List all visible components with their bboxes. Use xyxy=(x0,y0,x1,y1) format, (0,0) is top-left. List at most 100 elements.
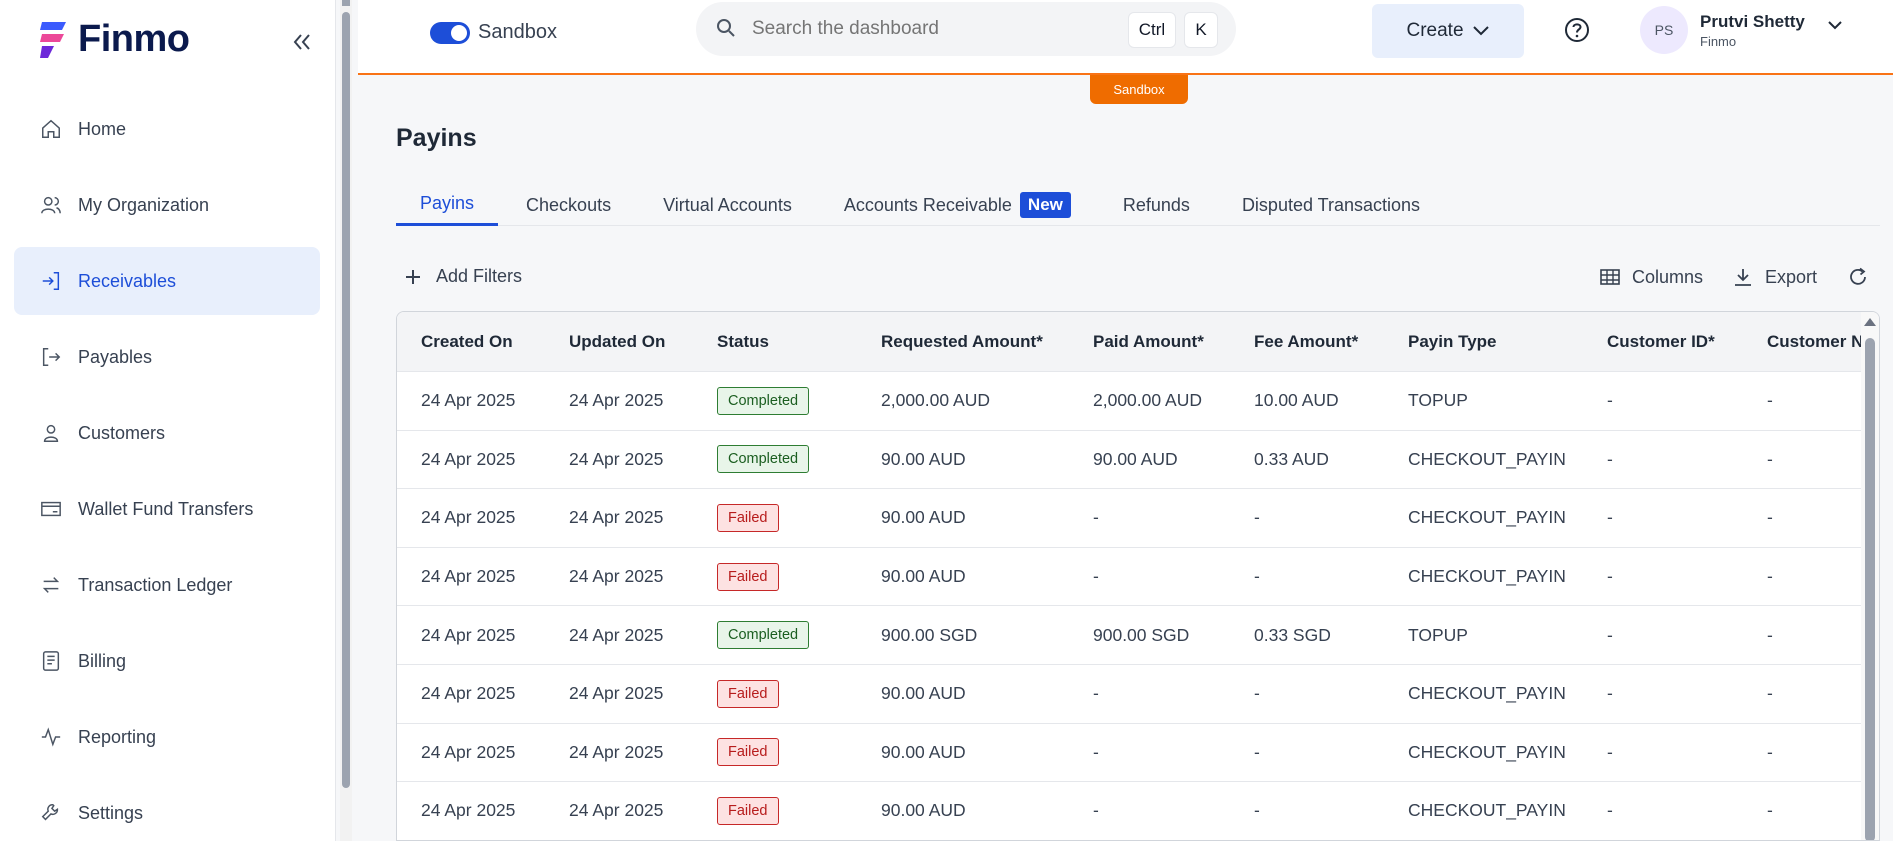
scroll-up-arrow[interactable] xyxy=(342,0,350,6)
refresh-icon xyxy=(1850,267,1866,285)
sidebar-item-billing[interactable]: Billing xyxy=(14,627,320,695)
column-header[interactable]: Created On xyxy=(397,332,545,352)
column-header[interactable]: Fee Amount* xyxy=(1230,332,1384,352)
user-org: Finmo xyxy=(1700,34,1737,49)
search-input[interactable] xyxy=(752,14,1112,44)
table-cell: Completed xyxy=(693,386,857,415)
payins-tabs: Payins Checkouts Virtual Accounts Accounts … xyxy=(396,184,1880,226)
table-row[interactable]: 24 Apr 2025 24 Apr 2025 Failed 90.00 AUD - - C… xyxy=(397,665,1879,724)
tab-label: Accounts Receivable xyxy=(843,194,1012,215)
table-cell: Failed xyxy=(693,562,857,591)
tab-payins[interactable]: Payins xyxy=(396,184,499,226)
table-toolbar: Columns Export xyxy=(1600,266,1881,288)
status-badge: Failed xyxy=(717,503,779,532)
table-row[interactable]: 24 Apr 2025 24 Apr 2025 Completed 90.00 AUD… xyxy=(397,431,1879,490)
chevron-down-icon xyxy=(1472,26,1489,36)
user-icon xyxy=(38,420,64,446)
export-button[interactable]: Export xyxy=(1733,267,1817,288)
sidebar-scrollbar[interactable] xyxy=(340,0,352,841)
table-row[interactable]: 24 Apr 2025 24 Apr 2025 Failed 90.00 AUD - - C… xyxy=(397,782,1879,840)
table-cell: 90.00 AUD xyxy=(881,507,966,528)
table-cell: - xyxy=(1767,507,1773,528)
sidebar-item-settings[interactable]: Settings xyxy=(14,779,320,841)
refresh-button[interactable] xyxy=(1847,266,1881,288)
column-header[interactable]: Customer N xyxy=(1743,332,1863,352)
tab-label: Payins xyxy=(420,193,475,213)
table-cell: Completed xyxy=(693,445,857,474)
sandbox-toggle[interactable] xyxy=(430,22,470,44)
table-row[interactable]: 24 Apr 2025 24 Apr 2025 Failed 90.00 AUD - - C… xyxy=(397,548,1879,607)
table-cell: CHECKOUT_PAYIN xyxy=(1408,507,1566,528)
wrench-icon xyxy=(38,800,64,826)
column-header[interactable]: Payin Type xyxy=(1384,332,1583,352)
add-filters-button[interactable]: Add Filters xyxy=(404,266,522,287)
table-cell: Failed xyxy=(693,796,857,825)
collapse-sidebar-button[interactable] xyxy=(288,28,316,56)
column-header[interactable]: Status xyxy=(693,332,857,352)
table-cell: 90.00 AUD xyxy=(1093,448,1178,469)
table-scrollbar[interactable] xyxy=(1861,312,1879,840)
column-header[interactable]: Customer ID* xyxy=(1583,332,1743,352)
finmo-logo-mark-icon xyxy=(38,20,70,60)
sidebar-item-label: My Organization xyxy=(78,194,210,215)
table-cell: TOPUP xyxy=(1408,390,1468,411)
user-menu-chevron-icon[interactable] xyxy=(1826,20,1844,32)
table-cell: Completed xyxy=(693,621,857,650)
finmo-logo[interactable]: Finmo xyxy=(38,18,190,61)
status-badge: Failed xyxy=(717,796,779,825)
table-cell: 24 Apr 2025 xyxy=(569,390,664,411)
table-row[interactable]: 24 Apr 2025 24 Apr 2025 Failed 90.00 AUD - - C… xyxy=(397,724,1879,783)
table-cell: 90.00 AUD xyxy=(881,683,966,704)
column-header[interactable]: Paid Amount* xyxy=(1069,332,1230,352)
sidebar-item-label: Reporting xyxy=(78,726,157,747)
tab-refunds[interactable]: Refunds xyxy=(1099,184,1214,226)
tab-accounts-receivable[interactable]: Accounts Receivable New xyxy=(820,184,1095,226)
sidebar: Finmo Home My Organization Receivables Paya… xyxy=(0,0,336,841)
sidebar-item-my-organization[interactable]: My Organization xyxy=(14,171,320,239)
table-cell: - xyxy=(1607,683,1613,704)
sidebar-item-payables[interactable]: Payables xyxy=(14,323,320,391)
tab-virtual-accounts[interactable]: Virtual Accounts xyxy=(639,184,816,226)
status-badge: Completed xyxy=(717,445,810,474)
columns-button[interactable]: Columns xyxy=(1600,267,1703,288)
sidebar-scrollbar-thumb[interactable] xyxy=(342,12,350,788)
plus-icon xyxy=(406,269,420,284)
user-name[interactable]: Prutvi Shetty xyxy=(1700,12,1805,32)
tab-checkouts[interactable]: Checkouts xyxy=(502,184,635,226)
table-cell: 90.00 AUD xyxy=(881,800,966,821)
table-cell: - xyxy=(1607,624,1613,645)
shortcut-ctrl-key: Ctrl xyxy=(1128,12,1176,48)
table-cell: - xyxy=(1767,741,1773,762)
table-row[interactable]: 24 Apr 2025 24 Apr 2025 Completed 900.00 SG… xyxy=(397,606,1879,665)
table-cell: 24 Apr 2025 xyxy=(421,624,516,645)
brand-name: Finmo xyxy=(78,18,190,60)
sidebar-item-transaction-ledger[interactable]: Transaction Ledger xyxy=(14,551,320,619)
sidebar-item-label: Receivables xyxy=(78,270,177,291)
sidebar-item-label: Home xyxy=(78,118,127,139)
table-cell: 24 Apr 2025 xyxy=(569,507,664,528)
search-bar[interactable]: Ctrl K xyxy=(696,2,1236,56)
table-row[interactable]: 24 Apr 2025 24 Apr 2025 Failed 90.00 AUD - - C… xyxy=(397,489,1879,548)
help-icon[interactable] xyxy=(1563,16,1591,44)
wallet-transfer-icon xyxy=(38,496,64,522)
sidebar-item-wallet-fund-transfers[interactable]: Wallet Fund Transfers xyxy=(14,475,320,543)
sidebar-item-receivables[interactable]: Receivables xyxy=(14,247,320,315)
table-scroll-up-arrow[interactable] xyxy=(1864,318,1876,326)
table-cell: 90.00 AUD xyxy=(881,741,966,762)
sidebar-item-home[interactable]: Home xyxy=(14,95,320,163)
sidebar-item-label: Transaction Ledger xyxy=(78,574,233,595)
sidebar-item-reporting[interactable]: Reporting xyxy=(14,703,320,771)
table-row[interactable]: 24 Apr 2025 24 Apr 2025 Completed 2,000.00 … xyxy=(397,372,1879,431)
table-cell: 90.00 AUD xyxy=(881,566,966,587)
table-scrollbar-thumb[interactable] xyxy=(1865,338,1875,840)
page-title: Payins xyxy=(396,124,477,152)
sidebar-item-customers[interactable]: Customers xyxy=(14,399,320,467)
column-header[interactable]: Updated On xyxy=(545,332,693,352)
table-cell: 2,000.00 AUD xyxy=(1093,390,1202,411)
swap-icon xyxy=(38,572,64,598)
tab-disputed-transactions[interactable]: Disputed Transactions xyxy=(1218,184,1444,226)
create-button[interactable]: Create xyxy=(1372,4,1524,58)
column-header[interactable]: Requested Amount* xyxy=(857,332,1069,352)
tab-label: Virtual Accounts xyxy=(663,194,792,215)
user-avatar[interactable]: PS xyxy=(1640,6,1688,54)
